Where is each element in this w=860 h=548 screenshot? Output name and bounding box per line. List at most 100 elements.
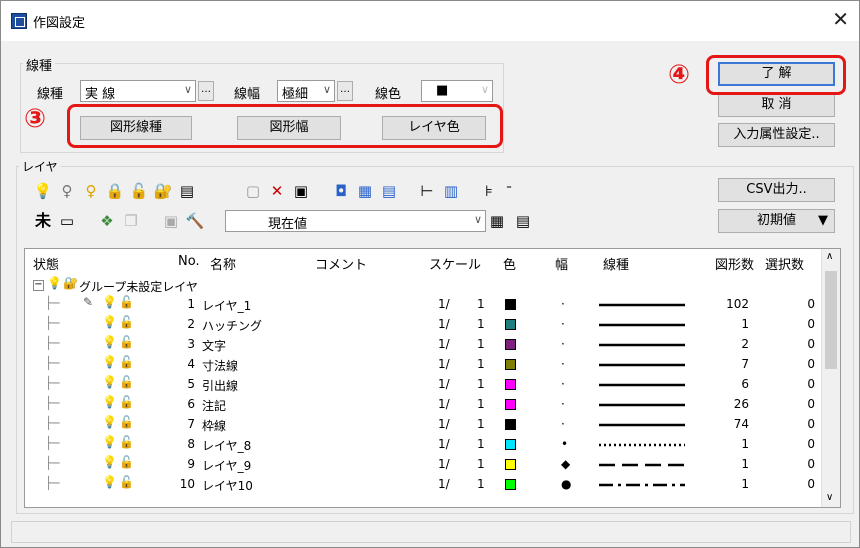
lock-icon[interactable]: 🔒	[105, 181, 125, 201]
csv-export-button[interactable]: CSV出力..	[718, 178, 835, 202]
bulb-on-icon[interactable]: 💡	[33, 181, 53, 201]
collapse-icon[interactable]: −	[33, 280, 44, 291]
selected-count: 0	[807, 437, 815, 451]
unlock-icon[interactable]: 🔓	[119, 475, 134, 489]
list-icon[interactable]: ▤	[177, 181, 197, 201]
line-width-more-button[interactable]: …	[337, 81, 353, 101]
new-layer-icon[interactable]: ▢	[243, 181, 263, 201]
properties-icon[interactable]: ▣	[291, 181, 311, 201]
select-grid-icon[interactable]: ▦	[487, 211, 507, 231]
tree-expand-icon[interactable]: ⊧	[479, 181, 499, 201]
col-color[interactable]: 色	[503, 254, 516, 273]
view-list-icon[interactable]: ▤	[379, 181, 399, 201]
table-row[interactable]: ├─ 💡 🔓 8 レイヤ_8 1/1 • 1 0	[25, 435, 820, 453]
shape-count: 1	[741, 317, 749, 331]
unlock-icon[interactable]: 🔓	[129, 181, 149, 201]
selected-count: 0	[807, 477, 815, 491]
scale-value: 1	[477, 417, 485, 431]
list-options-icon[interactable]: ⁼	[499, 179, 519, 199]
line-type-more-button[interactable]: …	[198, 81, 214, 101]
col-linetype[interactable]: 線種	[603, 254, 629, 273]
bulb-icon[interactable]: 💡	[102, 415, 117, 429]
unlock-icon[interactable]: 🔓	[119, 395, 134, 409]
scroll-thumb[interactable]	[825, 271, 837, 369]
unlock-icon[interactable]: 🔓	[119, 355, 134, 369]
line-type-select[interactable]: 実 線 ∨	[80, 80, 196, 102]
table-row[interactable]: ├─ 💡 🔓 2 ハッチング 1/1 · 1 0	[25, 315, 820, 333]
export-icon[interactable]: ▤	[513, 211, 533, 231]
unlock-icon[interactable]: 🔓	[119, 375, 134, 389]
vertical-scrollbar[interactable]: ∧ ∨	[821, 249, 840, 507]
table-view-icon[interactable]: ▥	[441, 181, 461, 201]
unlock-icon[interactable]: 🔓	[119, 315, 134, 329]
view-grid-icon[interactable]: ▦	[355, 181, 375, 201]
col-scale[interactable]: スケール	[429, 254, 481, 273]
scroll-down-icon[interactable]: ∨	[826, 492, 833, 503]
delete-icon[interactable]: ✕	[267, 181, 287, 201]
color-swatch[interactable]	[505, 299, 516, 310]
save-icon[interactable]: ▭	[57, 211, 77, 231]
table-row[interactable]: ├─ 💡 🔓 9 レイヤ_9 1/1 ◆ 1 0	[25, 455, 820, 473]
lock-toggle-icon[interactable]: 🔐	[153, 181, 173, 201]
table-row[interactable]: ├─ 💡 🔓 10 レイヤ10 1/1 ● 1 0	[25, 475, 820, 493]
initial-value-button[interactable]: 初期値 ▼	[718, 209, 835, 233]
color-swatch[interactable]	[505, 419, 516, 430]
current-value-select[interactable]: 現在値 ∨	[225, 210, 486, 232]
bulb-off-icon[interactable]: ♀	[57, 181, 77, 201]
col-selected[interactable]: 選択数	[765, 254, 804, 273]
bulb-icon[interactable]: 💡	[102, 315, 117, 329]
bulb-icon[interactable]: 💡	[102, 355, 117, 369]
close-icon[interactable]: ✕	[832, 9, 849, 29]
col-width[interactable]: 幅	[555, 254, 568, 273]
bulb-icon[interactable]: 💡	[102, 295, 117, 309]
unlock-icon[interactable]: 🔓	[119, 435, 134, 449]
bulb-toggle-icon[interactable]: ♀	[81, 181, 101, 201]
color-swatch[interactable]	[505, 479, 516, 490]
bulb-icon[interactable]: 💡	[102, 375, 117, 389]
line-color-select[interactable]: ■ ∨	[421, 80, 493, 102]
col-no[interactable]: No.	[178, 254, 200, 269]
color-swatch[interactable]	[505, 319, 516, 330]
unlock-icon[interactable]: 🔓	[119, 335, 134, 349]
edit-properties-icon: ▣	[163, 212, 179, 230]
table-row[interactable]: ├─ 💡 🔓 6 注記 1/1 · 26 0	[25, 395, 820, 413]
tree-view-icon[interactable]: ⊢	[417, 181, 437, 201]
color-swatch[interactable]	[505, 379, 516, 390]
layer-no: 8	[187, 437, 195, 451]
width-marker: ●	[561, 477, 572, 491]
col-status[interactable]: 状態	[33, 254, 59, 273]
layer-table[interactable]: 状態 No. 名称 コメント スケール 色 幅 線種 図形数 選択数 − 💡 🔐…	[24, 248, 841, 508]
table-row[interactable]: ├─ 💡 🔓 7 枠線 1/1 · 74 0	[25, 415, 820, 433]
group-row[interactable]: − 💡 🔐 グループ未設定レイヤ	[25, 276, 820, 294]
tree-branch: ├─	[45, 296, 60, 310]
bulb-icon[interactable]: 💡	[102, 455, 117, 469]
table-row[interactable]: ├─ 💡 🔓 3 文字 1/1 · 2 0	[25, 335, 820, 353]
color-swatch[interactable]	[505, 459, 516, 470]
color-swatch[interactable]	[505, 339, 516, 350]
color-swatch[interactable]	[505, 439, 516, 450]
scale-prefix: 1/	[438, 417, 450, 431]
input-attributes-button[interactable]: 入力属性設定..	[718, 123, 835, 147]
cancel-button[interactable]: 取 消	[718, 93, 835, 117]
view-large-icon[interactable]: ◘	[331, 181, 351, 201]
scroll-up-icon[interactable]: ∧	[826, 251, 833, 262]
line-width-select[interactable]: 極細 ∨	[277, 80, 335, 102]
bulb-icon[interactable]: 💡	[102, 395, 117, 409]
table-row[interactable]: ├─ 💡 🔓 5 引出線 1/1 · 6 0	[25, 375, 820, 393]
col-shapes[interactable]: 図形数	[715, 254, 754, 273]
unset-icon[interactable]: 未	[33, 211, 53, 231]
bulb-icon[interactable]: 💡	[102, 435, 117, 449]
unlock-icon[interactable]: 🔓	[119, 415, 134, 429]
color-swatch[interactable]	[505, 399, 516, 410]
color-swatch[interactable]	[505, 359, 516, 370]
unlock-icon[interactable]: 🔓	[119, 295, 134, 309]
col-comment[interactable]: コメント	[315, 254, 367, 273]
bulb-icon[interactable]: 💡	[102, 475, 117, 489]
table-row[interactable]: ├─ ✎ 💡 🔓 1 レイヤ_1 1/1 · 102 0	[25, 295, 820, 313]
table-row[interactable]: ├─ 💡 🔓 4 寸法線 1/1 · 7 0	[25, 355, 820, 373]
col-name[interactable]: 名称	[210, 254, 236, 273]
tools-icon[interactable]: 🔨	[185, 211, 205, 231]
bulb-icon[interactable]: 💡	[102, 335, 117, 349]
copy-icon[interactable]: ❖	[97, 211, 117, 231]
unlock-icon[interactable]: 🔓	[119, 455, 134, 469]
